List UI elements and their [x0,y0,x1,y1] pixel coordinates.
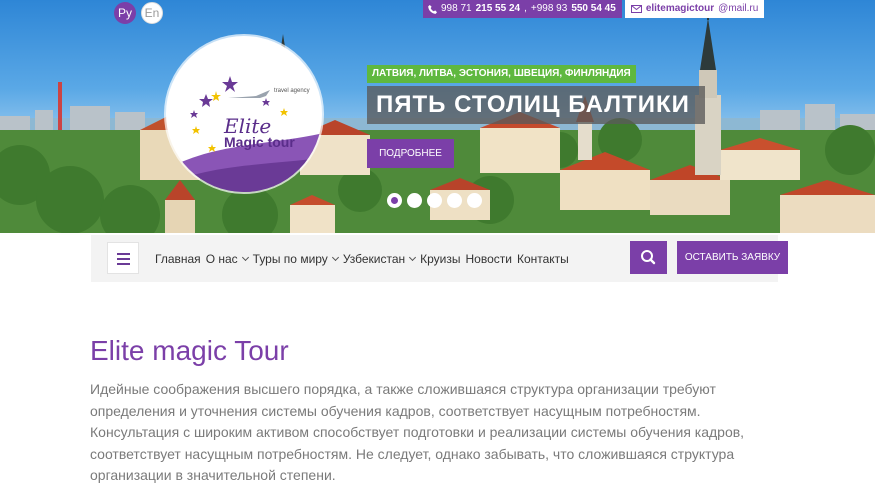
page-title: Elite magic Tour [90,335,289,366]
chevron-down-icon [331,253,339,261]
slide-dot-1[interactable] [387,193,402,208]
logo-agency-text: travel agency [274,88,310,94]
email-domain: @mail.ru [718,3,759,14]
slide-dot-4[interactable] [447,193,462,208]
phone1-number: 215 55 24 [475,3,521,14]
phone2-prefix: +998 93 [530,3,568,14]
phone-icon [428,4,437,14]
logo[interactable]: travel agency Elite Magic tour [166,36,322,192]
slide-dot-3[interactable] [427,193,442,208]
mail-icon [630,5,642,13]
email-user: elitemagictour [645,3,715,14]
contact-bar: 998 71 215 55 24, +998 93 550 54 45 elit… [423,0,765,18]
menu-icon [117,253,130,255]
phone2-number: 550 54 45 [571,3,616,14]
slider-pagination [387,193,482,208]
email-link[interactable]: elitemagictour @mail.ru [624,0,765,18]
nav-item-uzbekistan[interactable]: Узбекистан [343,252,417,266]
nav-item-contacts[interactable]: Контакты [517,252,569,266]
search-button[interactable] [630,241,667,274]
nav-item-news[interactable]: Новости [466,252,512,266]
search-icon [641,250,656,265]
chevron-down-icon [409,253,417,261]
language-ru-button[interactable]: Ру [114,2,136,24]
nav-item-world-tours[interactable]: Туры по миру [253,252,339,266]
nav-item-cruises[interactable]: Круизы [420,252,460,266]
slide-dot-2[interactable] [407,193,422,208]
phone-separator: , [524,3,527,14]
page-intro-text: Идейные соображения высшего порядка, а т… [90,381,745,483]
hero-slider: Ру En 998 71 215 55 24, +998 93 550 54 4… [0,0,875,233]
more-button[interactable]: ПОДРОБНЕЕ [367,139,454,168]
logo-magic-tour-text: Magic tour [224,134,295,150]
slide-dot-5[interactable] [467,193,482,208]
phone-numbers[interactable]: 998 71 215 55 24, +998 93 550 54 45 [423,0,622,18]
chevron-down-icon [241,253,249,261]
main-navbar: Главная О нас Туры по миру Узбекистан Кр… [91,235,788,282]
nav-item-home[interactable]: Главная [155,252,201,266]
language-en-button[interactable]: En [141,2,163,24]
nav-item-about[interactable]: О нас [206,252,249,266]
menu-toggle-button[interactable] [107,242,139,274]
leave-request-button[interactable]: ОСТАВИТЬ ЗАЯВКУ [677,241,788,274]
slide-tagline: ЛАТВИЯ, ЛИТВА, ЭСТОНИЯ, ШВЕЦИЯ, ФИНЛЯНДИ… [367,65,636,83]
main-menu: Главная О нас Туры по миру Узбекистан Кр… [155,235,574,282]
slide-headline: ПЯТЬ СТОЛИЦ БАЛТИКИ [367,86,705,124]
phone1-prefix: 998 71 [441,3,472,14]
